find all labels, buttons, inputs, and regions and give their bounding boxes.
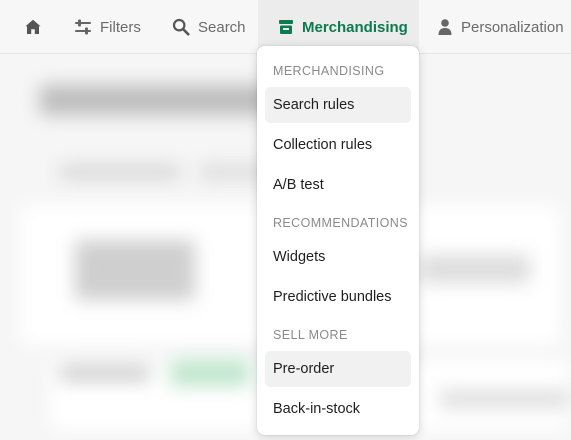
menu-section-merchandising: MERCHANDISING [273,64,385,78]
menu-item-widgets[interactable]: Widgets [265,239,411,275]
nav-merchandising-label: Merchandising [302,18,408,36]
menu-item-back-in-stock[interactable]: Back-in-stock [265,391,411,427]
menu-item-collection-rules[interactable]: Collection rules [265,127,411,163]
nav-search-label: Search [198,18,246,36]
nav-filters[interactable]: Filters [74,0,141,54]
merchandising-dropdown-menu: MERCHANDISING Search rules Collection ru… [257,46,419,435]
nav-home[interactable] [24,0,42,54]
menu-item-predictive-bundles[interactable]: Predictive bundles [265,279,411,315]
menu-section-recommendations: RECOMMENDATIONS [273,216,408,230]
menu-item-search-rules[interactable]: Search rules [265,87,411,123]
sliders-icon [74,18,92,36]
home-icon [24,18,42,36]
person-icon [437,18,453,36]
nav-search[interactable]: Search [172,0,246,54]
storefront-icon [278,19,294,35]
search-icon [172,18,190,36]
menu-item-pre-order[interactable]: Pre-order [265,351,411,387]
nav-filters-label: Filters [100,18,141,36]
menu-item-ab-test[interactable]: A/B test [265,167,411,203]
nav-personalization-label: Personalization [461,18,564,36]
menu-section-sell-more: SELL MORE [273,328,348,342]
nav-personalization[interactable]: Personalization [437,0,564,54]
